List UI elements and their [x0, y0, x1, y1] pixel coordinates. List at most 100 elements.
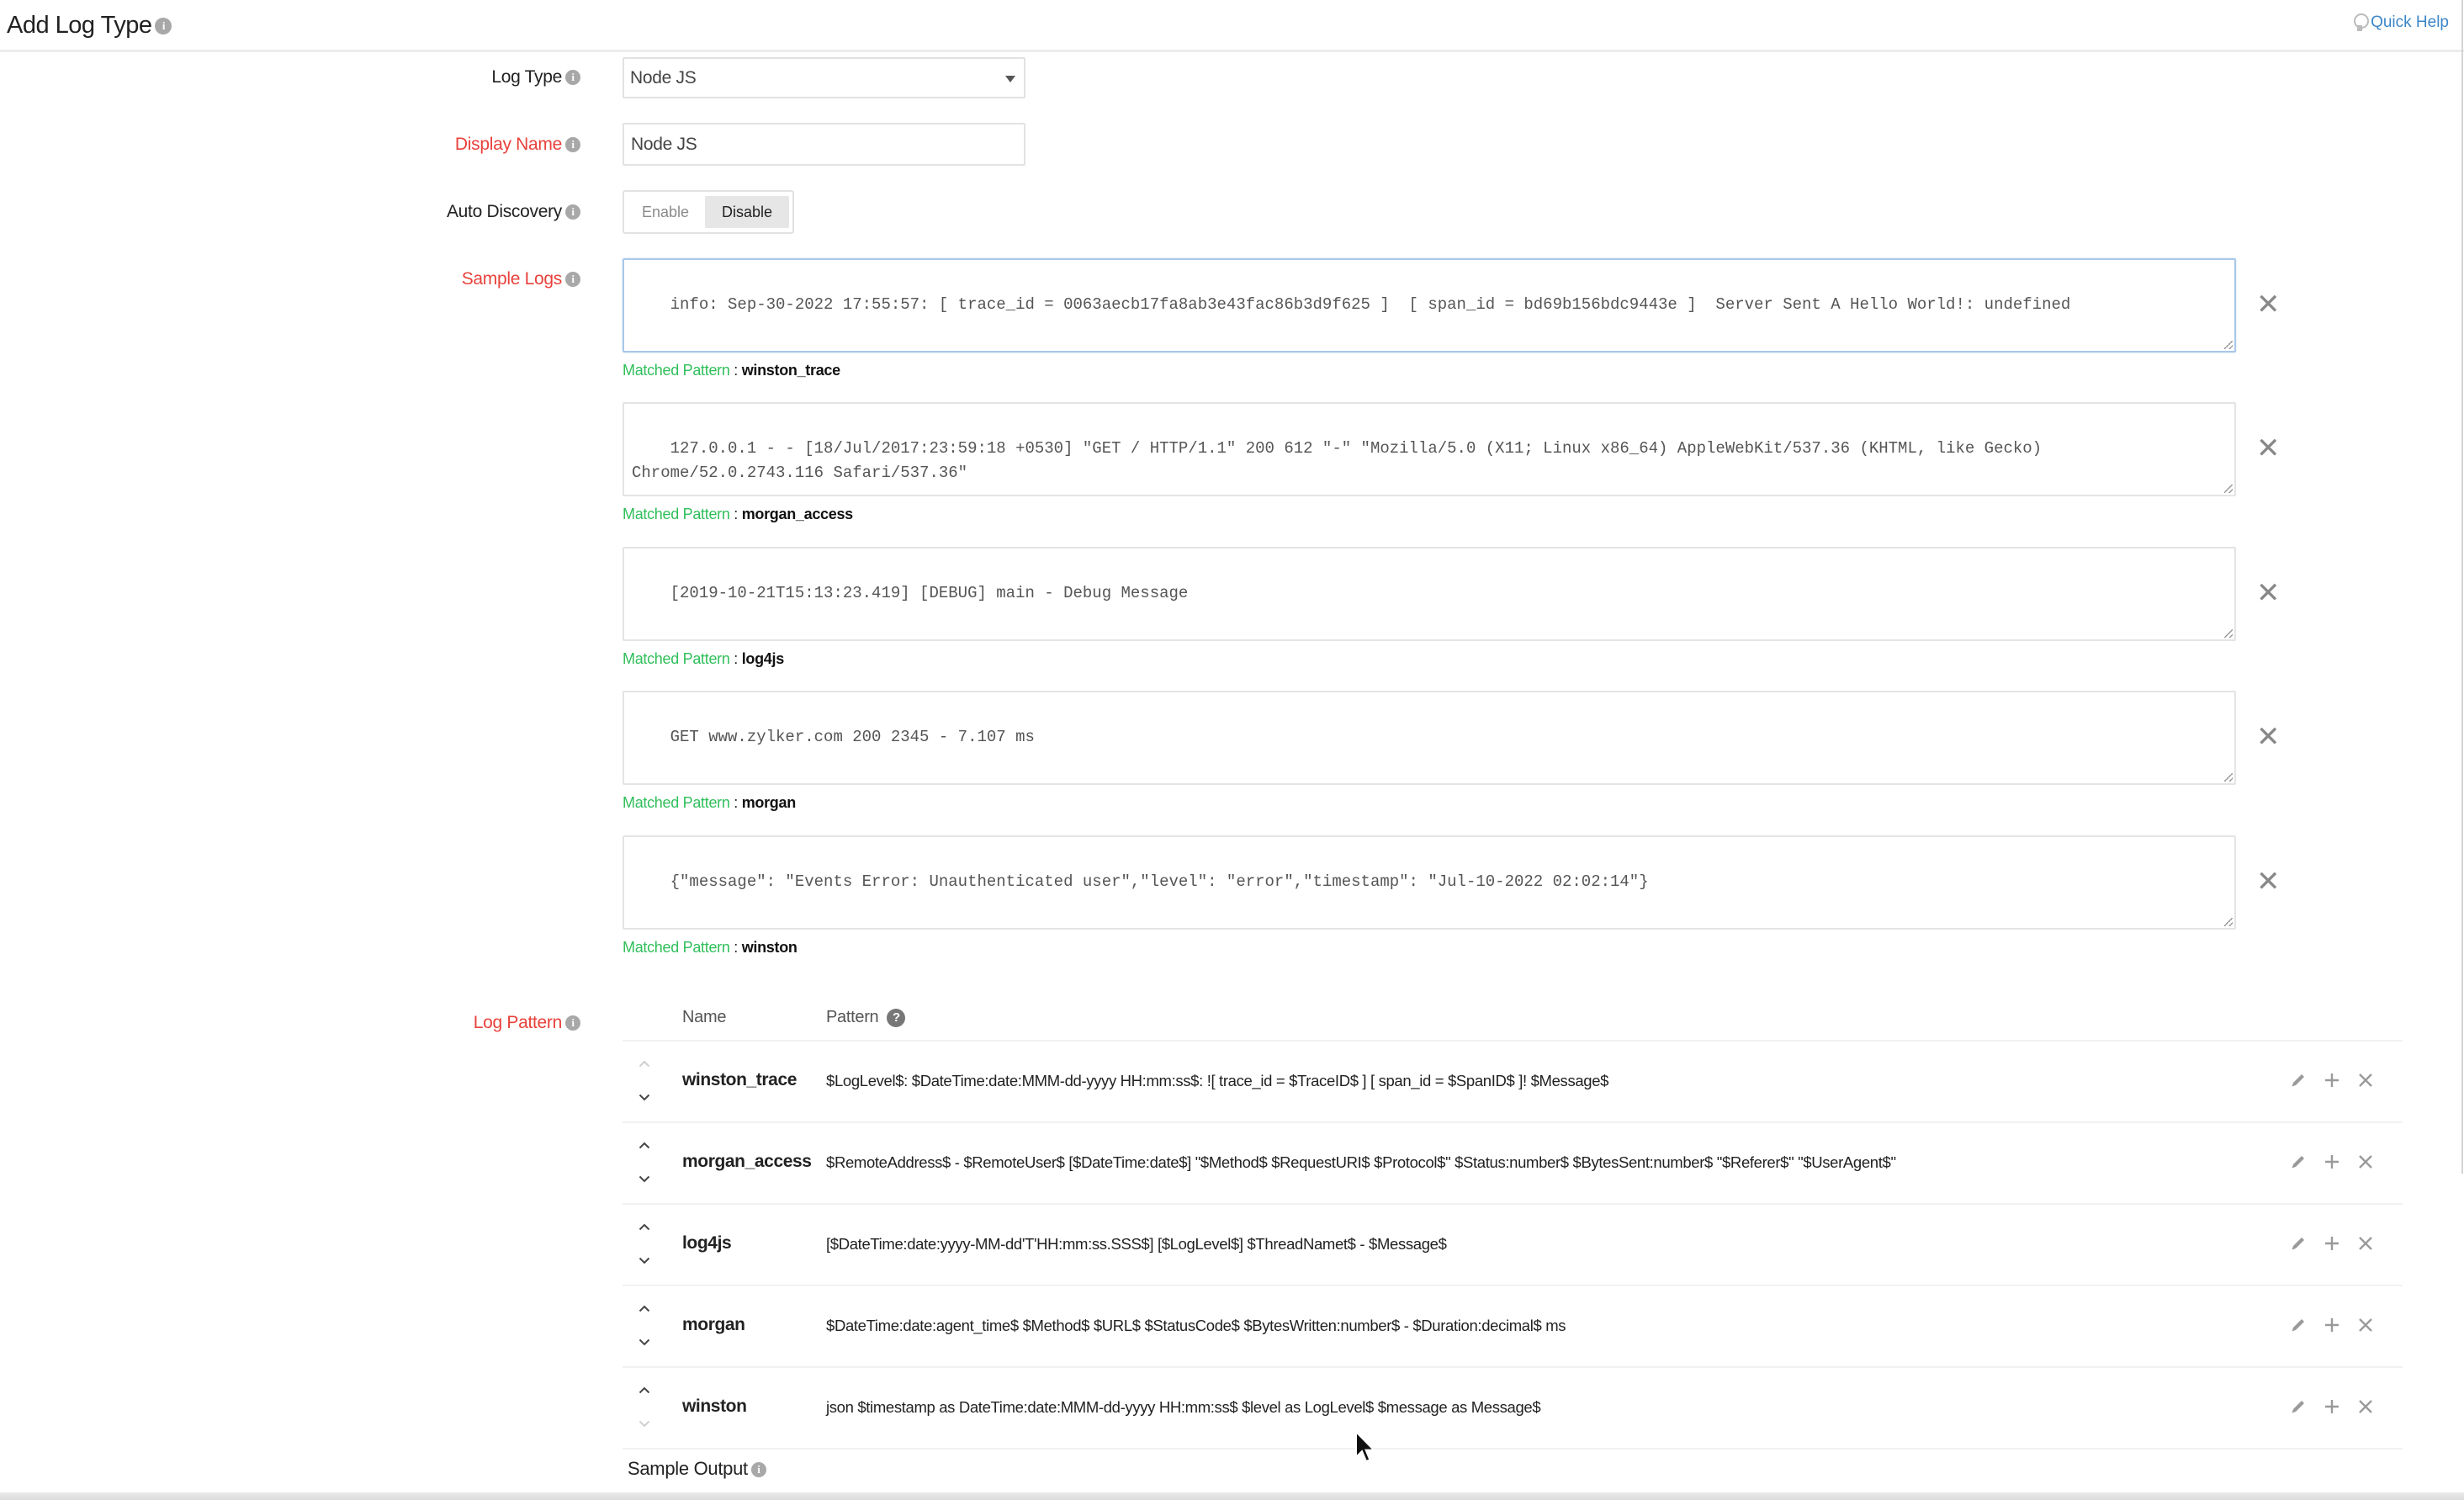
matched-pattern-separator: :: [729, 362, 742, 379]
edit-icon[interactable]: [2288, 1152, 2308, 1172]
sample-output-label-text: Sample Output: [628, 1458, 748, 1479]
edit-icon[interactable]: [2288, 1397, 2308, 1417]
info-icon[interactable]: i: [565, 204, 580, 220]
pattern-expression: [$DateTime:date:yyyy-MM-dd'T'HH:mm:ss.SS…: [826, 1235, 1447, 1253]
help-icon[interactable]: ?: [887, 1008, 906, 1027]
info-icon[interactable]: i: [565, 70, 580, 86]
log-type-value: Node JS: [630, 68, 697, 87]
pattern-expression: $DateTime:date:agent_time$ $Method$ $URL…: [826, 1317, 1566, 1334]
sample-log-textarea[interactable]: GET www.zylker.com 200 2345 - 7.107 ms: [623, 691, 2236, 785]
pattern-expression: $RemoteAddress$ - $RemoteUser$ [$DateTim…: [826, 1153, 1896, 1171]
remove-sample-button[interactable]: ✕: [2256, 434, 2281, 463]
chevron-down-icon: [1005, 76, 1015, 82]
enable-button[interactable]: Enable: [628, 196, 703, 228]
quick-help-link[interactable]: Quick Help: [2354, 13, 2449, 32]
row-actions: [2288, 1397, 2376, 1417]
move-up-icon: [636, 1055, 653, 1072]
info-icon[interactable]: i: [155, 18, 172, 35]
row-actions: [2288, 1152, 2376, 1172]
move-up-icon[interactable]: [636, 1381, 653, 1398]
pattern-name: morgan_access: [682, 1152, 812, 1171]
resize-handle[interactable]: [2224, 773, 2233, 782]
delete-icon[interactable]: [2355, 1397, 2376, 1417]
edit-icon[interactable]: [2288, 1315, 2308, 1335]
remove-sample-button[interactable]: ✕: [2256, 290, 2281, 319]
sample-log-textarea[interactable]: {"message": "Events Error: Unauthenticat…: [623, 835, 2236, 930]
pattern-expression: json $timestamp as DateTime:date:MMM-dd-…: [826, 1398, 1541, 1416]
delete-icon[interactable]: [2355, 1315, 2376, 1335]
move-down-icon[interactable]: [636, 1089, 653, 1105]
log-pattern-label: Log Pattern i: [474, 1013, 580, 1033]
sample-log-textarea[interactable]: [2019-10-21T15:13:23.419] [DEBUG] main -…: [623, 547, 2236, 641]
log-type-select[interactable]: Node JS: [623, 57, 1025, 98]
sample-log-text: info: Sep-30-2022 17:55:57: [ trace_id =…: [670, 295, 2071, 314]
display-name-input[interactable]: [623, 123, 1025, 166]
info-icon[interactable]: i: [750, 1462, 766, 1478]
edit-icon[interactable]: [2288, 1070, 2308, 1090]
move-down-icon: [636, 1415, 653, 1432]
sample-logs-label-text: Sample Logs: [461, 269, 563, 289]
add-icon[interactable]: [2322, 1070, 2342, 1090]
sample-output-label: Sample Output i: [628, 1458, 766, 1480]
matched-pattern: Matched Pattern : morgan_access: [623, 506, 853, 523]
info-icon[interactable]: i: [565, 137, 580, 153]
column-header-pattern: Pattern?: [826, 1008, 906, 1027]
move-down-icon[interactable]: [636, 1333, 653, 1350]
matched-pattern: Matched Pattern : winston_trace: [623, 362, 840, 379]
delete-icon[interactable]: [2355, 1152, 2376, 1172]
matched-pattern-value: log4js: [741, 650, 785, 667]
matched-pattern-separator: :: [729, 506, 742, 522]
log-type-label: Log Type i: [491, 67, 580, 87]
remove-sample-button[interactable]: ✕: [2256, 579, 2281, 607]
scrollbar-track[interactable]: [2461, 0, 2463, 1174]
disable-button[interactable]: Disable: [705, 196, 789, 228]
matched-pattern-label: Matched Pattern: [623, 362, 730, 379]
pattern-name: log4js: [682, 1233, 732, 1253]
matched-pattern: Matched Pattern : log4js: [623, 650, 784, 668]
display-name-label-text: Display Name: [454, 135, 562, 154]
pattern-row: winston json $timestamp as DateTime:date:…: [623, 1368, 2403, 1450]
resize-handle[interactable]: [2224, 485, 2233, 493]
move-up-icon[interactable]: [636, 1218, 653, 1235]
add-icon[interactable]: [2322, 1397, 2342, 1417]
reorder-controls: [636, 1296, 653, 1357]
auto-discovery-label-text: Auto Discovery: [446, 202, 562, 221]
matched-pattern-separator: :: [729, 939, 742, 956]
matched-pattern: Matched Pattern : morgan: [623, 794, 796, 812]
log-type-label-text: Log Type: [491, 67, 562, 87]
lightbulb-icon: [2354, 13, 2370, 32]
info-icon[interactable]: i: [565, 272, 580, 288]
edit-icon[interactable]: [2288, 1233, 2308, 1254]
quick-help-label: Quick Help: [2371, 13, 2449, 31]
remove-sample-button[interactable]: ✕: [2256, 867, 2281, 896]
add-icon[interactable]: [2322, 1233, 2342, 1254]
pattern-row: winston_trace $LogLevel$: $DateTime:date:…: [623, 1042, 2403, 1123]
delete-icon[interactable]: [2355, 1070, 2376, 1090]
pattern-name: winston_trace: [682, 1070, 797, 1089]
row-actions: [2288, 1315, 2376, 1335]
move-up-icon[interactable]: [636, 1300, 653, 1317]
resize-handle[interactable]: [2224, 918, 2233, 926]
row-actions: [2288, 1233, 2376, 1254]
info-icon[interactable]: i: [565, 1015, 580, 1031]
pattern-name: morgan: [682, 1315, 745, 1334]
add-icon[interactable]: [2322, 1152, 2342, 1172]
pattern-name: winston: [682, 1397, 747, 1416]
resize-handle[interactable]: [2224, 341, 2233, 349]
move-down-icon[interactable]: [636, 1252, 653, 1269]
add-icon[interactable]: [2322, 1315, 2342, 1335]
pattern-row: morgan $DateTime:date:agent_time$ $Method…: [623, 1286, 2403, 1368]
remove-sample-button[interactable]: ✕: [2256, 723, 2281, 751]
matched-pattern-value: winston: [741, 939, 797, 956]
sample-log-text: {"message": "Events Error: Unauthenticat…: [670, 872, 1649, 891]
reorder-controls: [636, 1052, 653, 1112]
sample-log-textarea[interactable]: info: Sep-30-2022 17:55:57: [ trace_id =…: [623, 258, 2236, 352]
sample-logs-label: Sample Logs i: [462, 269, 580, 289]
page-title: Add Log Type i: [7, 12, 172, 40]
pattern-row: log4js [$DateTime:date:yyyy-MM-dd'T'HH:mm…: [623, 1205, 2403, 1286]
move-up-icon[interactable]: [636, 1137, 653, 1153]
resize-handle[interactable]: [2224, 629, 2233, 638]
move-down-icon[interactable]: [636, 1170, 653, 1187]
delete-icon[interactable]: [2355, 1233, 2376, 1254]
sample-log-textarea[interactable]: 127.0.0.1 - - [18/Jul/2017:23:59:18 +053…: [623, 402, 2236, 496]
